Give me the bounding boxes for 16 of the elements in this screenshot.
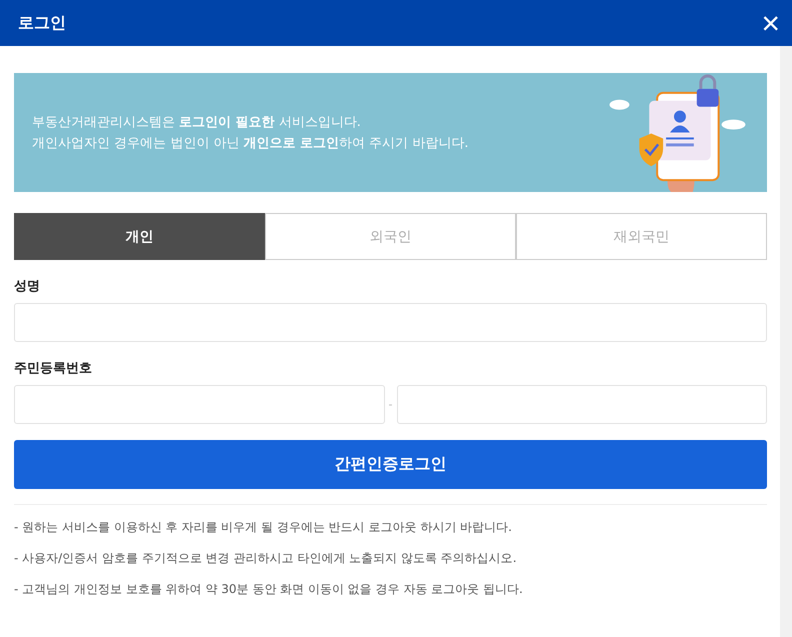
banner-text: 개인사업자인 경우에는 법인이 아닌 개인으로 로그인하여 주시기 바랍니다. bbox=[32, 135, 468, 152]
input-field[interactable] bbox=[14, 385, 385, 424]
notice-text: - 고객님의 개인정보 보호를 위하여 약 30분 동안 화면 이동이 없을 경우 자동 로그아웃 됩니다. bbox=[14, 581, 524, 598]
notice-text: - 원하는 서비스를 이용하신 후 자리를 비우게 될 경우에는 반드시 로그아웃 하시기 바랍니다. bbox=[14, 519, 513, 536]
window-title: 로그인 bbox=[18, 12, 66, 34]
notice-text: - 사용자/인증서 암호를 주기적으로 변경 관리하시고 타인에게 노출되지 않도록 주의하십시오. bbox=[14, 550, 518, 567]
tab[interactable]: 개인 bbox=[14, 213, 265, 260]
close-button[interactable]: × bbox=[757, 7, 784, 39]
scrollbar[interactable] bbox=[780, 46, 792, 637]
field-label: 주민등록번호 bbox=[14, 360, 93, 377]
login-button[interactable]: 간편인증로그인 bbox=[14, 440, 767, 489]
name-input-field[interactable] bbox=[14, 303, 767, 342]
banner-text: 부동산거래관리시스템은 로그인이 필요한 서비스입니다. bbox=[32, 114, 362, 131]
input-field[interactable] bbox=[396, 385, 768, 424]
separator-text: - bbox=[388, 398, 392, 411]
field-label: 성명 bbox=[14, 278, 41, 295]
